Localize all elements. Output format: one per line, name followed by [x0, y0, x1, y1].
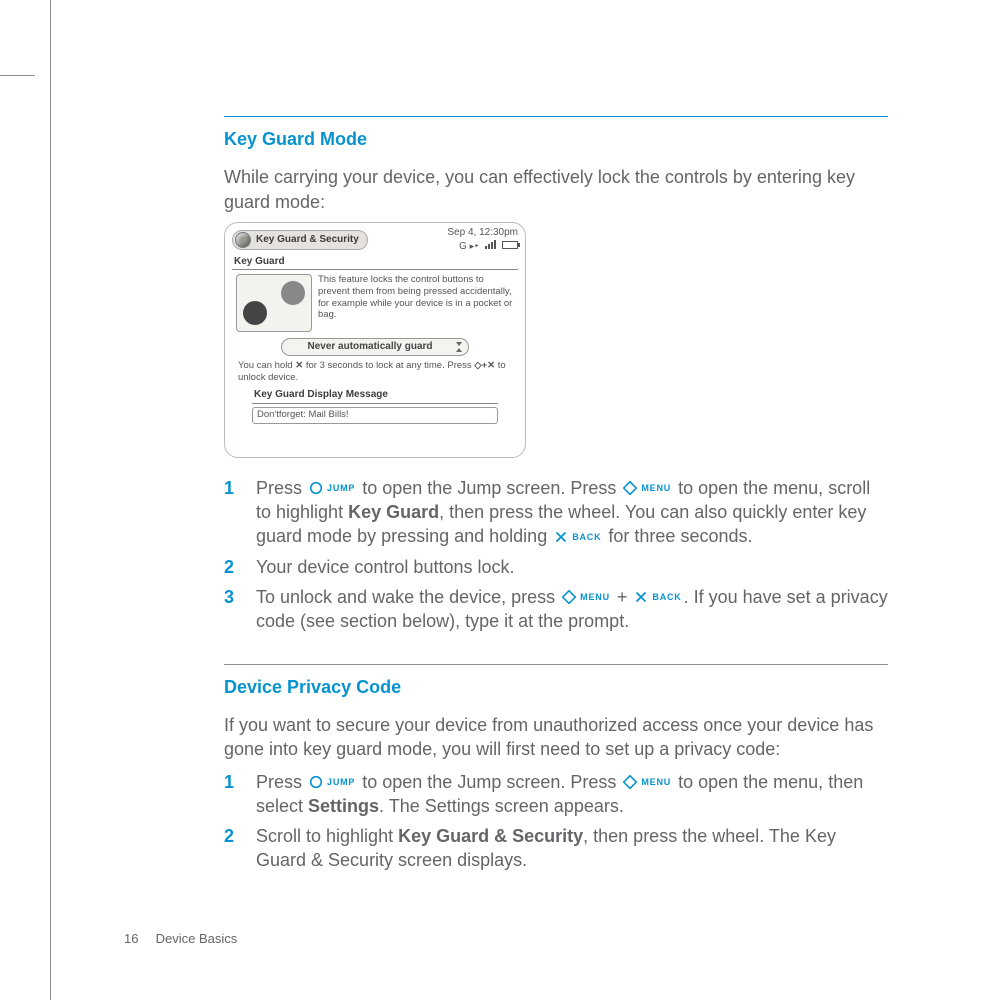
- step-item: 3 To unlock and wake the device, press M…: [224, 585, 888, 634]
- step-number: 2: [224, 824, 256, 873]
- key-guard-bold: Key Guard: [348, 502, 439, 522]
- screenshot-illustration: [236, 274, 312, 332]
- step-text: To unlock and wake the device, press MEN…: [256, 585, 888, 634]
- kgs-bold: Key Guard & Security: [398, 826, 583, 846]
- back-button-icon: BACK: [554, 530, 601, 544]
- step-text: Your device control buttons lock.: [256, 555, 888, 579]
- app-icon: [235, 232, 251, 248]
- page-number: 16: [124, 931, 152, 946]
- menu-button-icon: MENU: [623, 775, 671, 789]
- step-number: 2: [224, 555, 256, 579]
- screenshot-section2-label: Key Guard Display Message: [252, 386, 498, 405]
- menu-button-icon: MENU: [623, 481, 671, 495]
- step-text: Scroll to highlight Key Guard & Security…: [256, 824, 888, 873]
- page-content: Key Guard Mode While carrying your devic…: [224, 116, 888, 879]
- device-screenshot: Key Guard & Security Sep 4, 12:30pm G ▸‣…: [224, 222, 526, 458]
- step-text: Press JUMP to open the Jump screen. Pres…: [256, 770, 888, 819]
- chapter-label: Device Basics: [156, 931, 238, 946]
- back-button-icon: BACK: [634, 590, 681, 604]
- section-rule: [224, 116, 888, 117]
- step-item: 1 Press JUMP to open the Jump screen. Pr…: [224, 770, 888, 819]
- section-heading: Key Guard Mode: [224, 127, 888, 151]
- combo-icon: ◇+✕: [474, 360, 495, 371]
- page-footer: 16 Device Basics: [124, 931, 237, 946]
- signal-icon: [485, 240, 496, 249]
- screenshot-statusbar: Sep 4, 12:30pm G ▸‣: [368, 226, 518, 253]
- step-text: Press JUMP to open the Jump screen. Pres…: [256, 476, 888, 549]
- step-item: 2 Your device control buttons lock.: [224, 555, 888, 579]
- screenshot-input-value: Don'tforget: Mail Bills!: [252, 407, 498, 424]
- step-item: 1 Press JUMP to open the Jump screen. Pr…: [224, 476, 888, 549]
- screenshot-section-label: Key Guard: [232, 253, 518, 271]
- steps-list: 1 Press JUMP to open the Jump screen. Pr…: [224, 770, 888, 873]
- section-intro: If you want to secure your device from u…: [224, 713, 888, 762]
- crop-vertical-line: [50, 0, 51, 1000]
- section-heading: Device Privacy Code: [224, 675, 888, 699]
- steps-list: 1 Press JUMP to open the Jump screen. Pr…: [224, 476, 888, 634]
- section-intro: While carrying your device, you can effe…: [224, 165, 888, 214]
- carrier-icon: G: [459, 240, 467, 254]
- section-rule: [224, 664, 888, 665]
- screenshot-titlebar: Key Guard & Security: [232, 230, 368, 250]
- screenshot-note: You can hold ✕ for 3 seconds to lock at …: [232, 356, 518, 386]
- jump-button-icon: JUMP: [309, 481, 355, 495]
- crop-horizontal-line: [0, 75, 35, 76]
- step-number: 3: [224, 585, 256, 634]
- x-icon: ✕: [295, 360, 303, 371]
- status-time: Sep 4, 12:30pm: [447, 227, 518, 238]
- menu-button-icon: MENU: [562, 590, 610, 604]
- jump-button-icon: JUMP: [309, 775, 355, 789]
- screenshot-dropdown: Never automatically guard: [281, 338, 469, 356]
- step-item: 2 Scroll to highlight Key Guard & Securi…: [224, 824, 888, 873]
- screenshot-title: Key Guard & Security: [256, 233, 359, 247]
- step-number: 1: [224, 476, 256, 549]
- battery-icon: [502, 241, 518, 249]
- settings-bold: Settings: [308, 796, 379, 816]
- screenshot-description: This feature locks the control buttons t…: [318, 274, 514, 332]
- step-number: 1: [224, 770, 256, 819]
